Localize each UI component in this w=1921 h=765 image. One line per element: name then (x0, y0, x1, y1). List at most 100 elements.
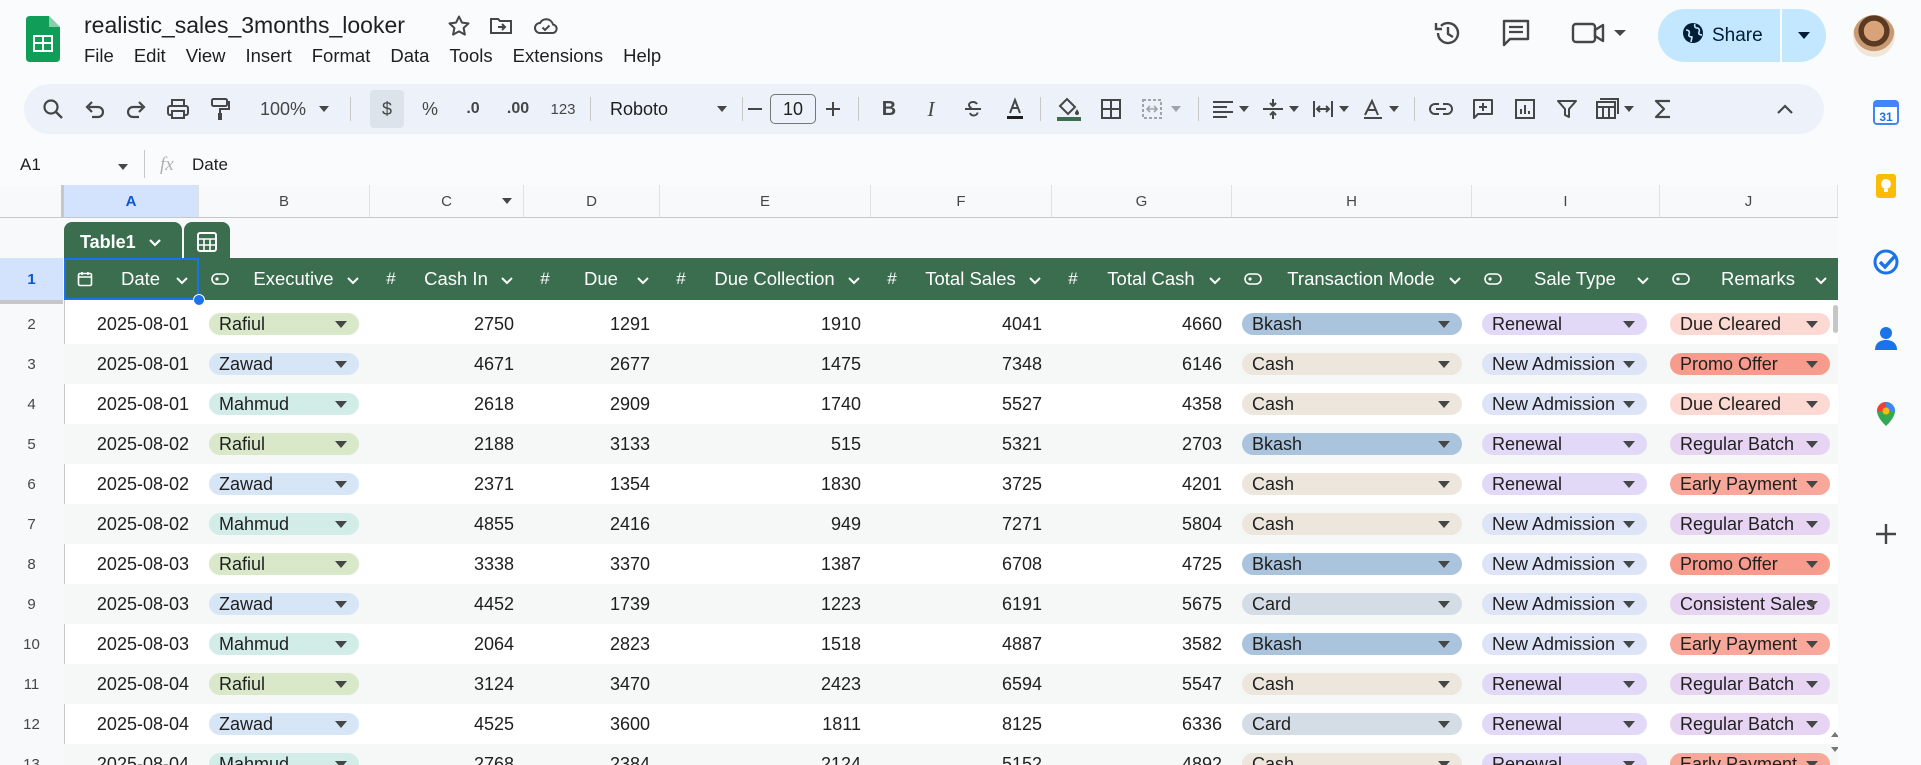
borders-icon[interactable] (1094, 84, 1128, 134)
name-box[interactable]: A1 (20, 155, 41, 175)
dropdown-chip[interactable]: Mahmud (209, 393, 359, 415)
dropdown-chip[interactable]: Consistent Sales (1670, 593, 1830, 615)
dropdown-chip[interactable]: Renewal (1482, 713, 1647, 735)
table-calculator-icon[interactable] (184, 222, 230, 262)
number-cell-due[interactable]: 2384 (524, 744, 660, 765)
table-header-executive[interactable]: Executive (199, 258, 370, 300)
chevron-down-icon[interactable] (1028, 268, 1042, 290)
menu-edit[interactable]: Edit (124, 45, 176, 67)
number-cell-total-sales[interactable]: 6191 (871, 584, 1052, 624)
menu-file[interactable]: File (84, 45, 124, 67)
contacts-icon[interactable] (1872, 324, 1900, 352)
number-cell-due[interactable]: 2823 (524, 624, 660, 664)
redo-icon[interactable] (119, 84, 153, 134)
number-cell-cash-in[interactable]: 2618 (370, 384, 524, 424)
number-cell-total-sales[interactable]: 4887 (871, 624, 1052, 664)
dropdown-cell-mode[interactable]: Bkash (1232, 544, 1472, 584)
chevron-down-icon[interactable] (1448, 268, 1462, 290)
table-header-transaction-mode[interactable]: Transaction Mode (1232, 258, 1472, 300)
date-cell-date[interactable]: 2025-08-02 (64, 504, 199, 544)
number-cell-cash-in[interactable]: 3338 (370, 544, 524, 584)
chevron-down-icon[interactable] (636, 268, 650, 290)
dropdown-cell-exec[interactable]: Mahmud (199, 384, 370, 424)
share-dropdown-button[interactable] (1780, 9, 1826, 62)
date-cell-date[interactable]: 2025-08-04 (64, 744, 199, 765)
number-cell-total-cash[interactable]: 6146 (1052, 344, 1232, 384)
number-cell-total-sales[interactable]: 4041 (871, 304, 1052, 344)
row-header-10[interactable]: 10 (0, 624, 63, 664)
dropdown-cell-remarks[interactable]: Regular Batch (1660, 424, 1838, 464)
fill-handle[interactable] (193, 294, 205, 306)
dropdown-chip[interactable]: Renewal (1482, 433, 1647, 455)
chevron-down-icon[interactable] (500, 268, 514, 290)
dropdown-cell-mode[interactable]: Cash (1232, 504, 1472, 544)
number-cell-due[interactable]: 1354 (524, 464, 660, 504)
dropdown-chip[interactable]: New Admission (1482, 393, 1647, 415)
zoom-select[interactable]: 100% (250, 84, 340, 134)
date-cell-date[interactable]: 2025-08-04 (64, 704, 199, 744)
dropdown-cell-remarks[interactable]: Promo Offer (1660, 544, 1838, 584)
dropdown-chip[interactable]: Early Payment (1670, 753, 1830, 765)
dropdown-chip[interactable]: Bkash (1242, 633, 1462, 655)
dropdown-cell-mode[interactable]: Bkash (1232, 624, 1472, 664)
dropdown-chip[interactable]: Rafiul (209, 673, 359, 695)
undo-icon[interactable] (78, 84, 112, 134)
row-header-3[interactable]: 3 (0, 344, 63, 384)
dropdown-cell-sale-type[interactable]: Renewal (1472, 744, 1660, 765)
number-cell-due[interactable]: 1291 (524, 304, 660, 344)
menu-insert[interactable]: Insert (235, 45, 301, 67)
dropdown-chip[interactable]: Cash (1242, 673, 1462, 695)
avatar[interactable] (1853, 15, 1895, 57)
row-header-5[interactable]: 5 (0, 424, 63, 464)
dropdown-chip[interactable]: Mahmud (209, 753, 359, 765)
dropdown-cell-exec[interactable]: Mahmud (199, 744, 370, 765)
column-header-i[interactable]: I (1472, 185, 1660, 217)
dropdown-chip[interactable]: Zawad (209, 473, 359, 495)
dropdown-cell-exec[interactable]: Zawad (199, 344, 370, 384)
filter-views-icon[interactable] (1592, 84, 1640, 134)
number-cell-total-cash[interactable]: 5675 (1052, 584, 1232, 624)
dropdown-chip[interactable]: Promo Offer (1670, 353, 1830, 375)
calendar-icon[interactable]: 31 (1872, 98, 1900, 126)
number-cell-cash-in[interactable]: 2064 (370, 624, 524, 664)
dropdown-cell-remarks[interactable]: Regular Batch (1660, 664, 1838, 704)
select-all-corner[interactable] (0, 185, 64, 217)
dropdown-cell-mode[interactable]: Cash (1232, 464, 1472, 504)
number-cell-cash-in[interactable]: 2188 (370, 424, 524, 464)
tasks-icon[interactable] (1872, 248, 1900, 276)
dropdown-cell-sale-type[interactable]: Renewal (1472, 464, 1660, 504)
dropdown-cell-remarks[interactable]: Promo Offer (1660, 344, 1838, 384)
row-header-9[interactable]: 9 (0, 584, 63, 624)
chevron-down-icon[interactable] (1814, 268, 1828, 290)
number-cell-due-coll[interactable]: 1910 (660, 304, 871, 344)
dropdown-cell-sale-type[interactable]: New Admission (1472, 624, 1660, 664)
dropdown-cell-sale-type[interactable]: New Admission (1472, 504, 1660, 544)
date-cell-date[interactable]: 2025-08-01 (64, 344, 199, 384)
number-cell-due-coll[interactable]: 2124 (660, 744, 871, 765)
dropdown-chip[interactable]: Early Payment (1670, 473, 1830, 495)
table-header-sale-type[interactable]: Sale Type (1472, 258, 1660, 300)
dropdown-chip[interactable]: Zawad (209, 593, 359, 615)
number-cell-cash-in[interactable]: 4452 (370, 584, 524, 624)
dropdown-chip[interactable]: Regular Batch (1670, 433, 1830, 455)
number-cell-total-sales[interactable]: 3725 (871, 464, 1052, 504)
decrease-decimal-button[interactable]: .0 (456, 84, 490, 134)
dropdown-chip[interactable]: Due Cleared (1670, 313, 1830, 335)
column-header-g[interactable]: G (1052, 185, 1232, 217)
increase-decimal-button[interactable]: .00 (498, 84, 538, 134)
number-cell-due-coll[interactable]: 1223 (660, 584, 871, 624)
number-cell-due-coll[interactable]: 515 (660, 424, 871, 464)
dropdown-cell-sale-type[interactable]: New Admission (1472, 544, 1660, 584)
number-cell-cash-in[interactable]: 4855 (370, 504, 524, 544)
italic-button[interactable]: I (914, 84, 948, 134)
dropdown-chip[interactable]: Renewal (1482, 473, 1647, 495)
dropdown-cell-remarks[interactable]: Early Payment (1660, 744, 1838, 765)
row-header-7[interactable]: 7 (0, 504, 63, 544)
dropdown-cell-mode[interactable]: Cash (1232, 664, 1472, 704)
dropdown-chip[interactable]: Regular Batch (1670, 673, 1830, 695)
document-title[interactable]: realistic_sales_3months_looker (84, 12, 405, 39)
number-cell-due[interactable]: 3133 (524, 424, 660, 464)
number-cell-due[interactable]: 2677 (524, 344, 660, 384)
number-cell-cash-in[interactable]: 4525 (370, 704, 524, 744)
dropdown-cell-sale-type[interactable]: Renewal (1472, 664, 1660, 704)
